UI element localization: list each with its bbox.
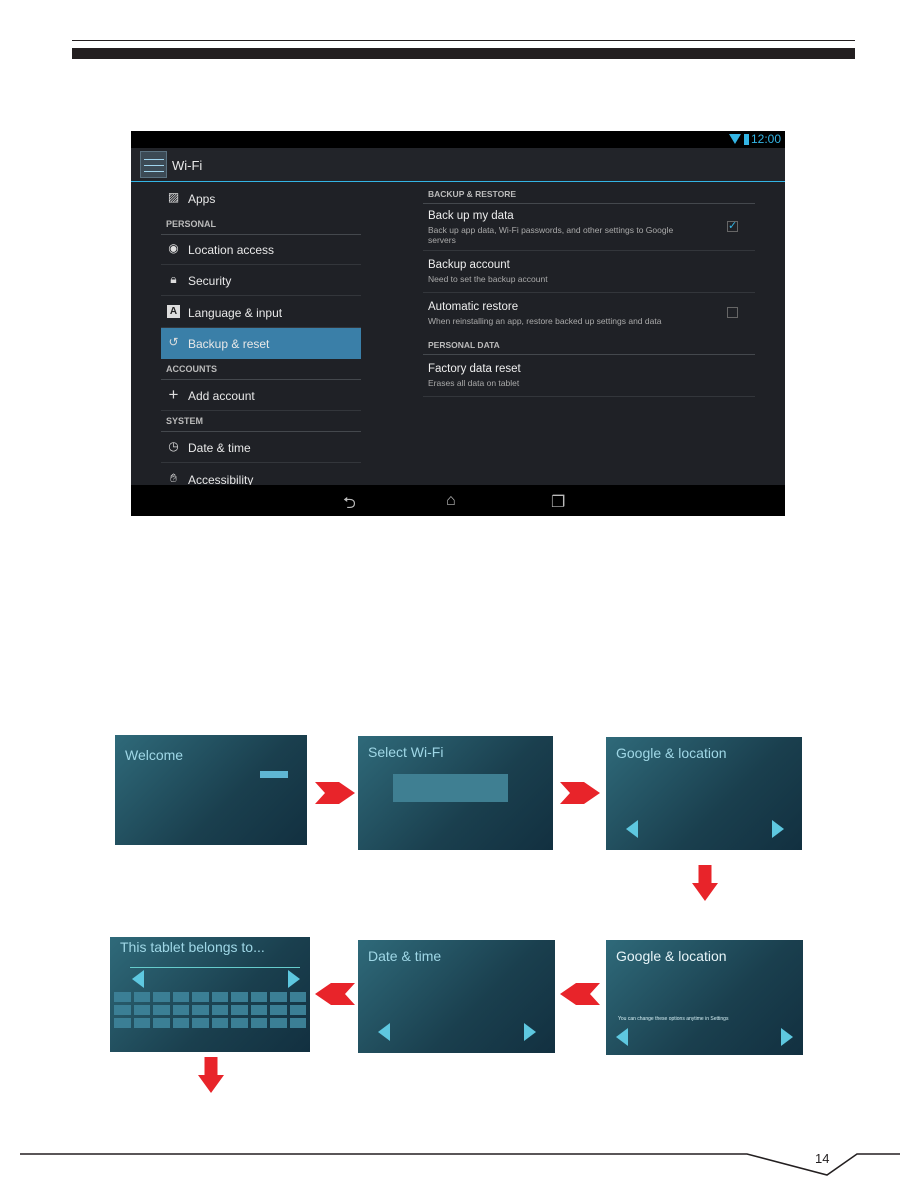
wifi-icon — [729, 134, 741, 144]
footer-rule — [20, 1153, 900, 1176]
home-icon[interactable]: ⌂ — [446, 492, 456, 510]
arrow-right — [560, 782, 600, 804]
clock-icon: ◷ — [168, 439, 179, 453]
section-header-accounts: ACCOUNTS — [161, 364, 361, 380]
sidebar-item-date-time[interactable]: ◷ Date & time — [161, 432, 361, 463]
section-header-backup-restore: BACKUP & RESTORE — [423, 189, 755, 204]
next-icon — [781, 1028, 793, 1046]
step-google-location: Google & location — [606, 737, 802, 850]
arrow-down — [198, 1057, 224, 1093]
wifi-dialog — [393, 774, 508, 802]
prev-icon — [626, 820, 638, 838]
arrow-down — [692, 865, 718, 901]
step-welcome: Welcome — [115, 735, 307, 845]
auto-restore-checkbox[interactable] — [727, 307, 738, 318]
recent-apps-icon[interactable]: ❐ — [551, 492, 565, 512]
pref-backup-account[interactable]: Backup account Need to set the backup ac… — [423, 259, 755, 293]
arrow-left — [560, 983, 600, 1005]
next-icon — [524, 1023, 536, 1041]
lock-icon: 🔒︎ — [170, 272, 177, 286]
next-icon — [772, 820, 784, 838]
hand-icon: ✋︎ — [170, 471, 177, 485]
status-time: 12:00 — [750, 132, 781, 146]
pref-back-up-my-data[interactable]: Back up my data Back up app data, Wi-Fi … — [423, 210, 755, 251]
sidebar-item-backup-reset[interactable]: ↺ Backup & reset — [161, 328, 361, 359]
backup-icon: ↺ — [168, 335, 179, 349]
navigation-bar: ⮌ ⌂ ❐ — [131, 485, 785, 516]
prev-icon — [616, 1028, 628, 1046]
section-header-personal-data: PERSONAL DATA — [423, 340, 755, 355]
back-icon[interactable]: ⮌ — [343, 492, 356, 516]
location-icon: ◉ — [168, 241, 179, 255]
apps-icon: ▨ — [167, 190, 180, 204]
action-title: Wi-Fi — [172, 158, 203, 173]
sidebar-item-apps[interactable]: ▨ Apps — [161, 183, 361, 214]
arrow-right — [315, 782, 355, 804]
plus-icon: + — [168, 385, 179, 404]
keyboard — [114, 992, 306, 1028]
sidebar-item-security[interactable]: 🔒︎ Security — [161, 265, 361, 296]
language-icon: A — [167, 305, 180, 318]
sidebar-item-language[interactable]: A Language & input — [161, 297, 361, 328]
sidebar-item-location[interactable]: ◉ Location access — [161, 234, 361, 265]
header-bar — [72, 48, 855, 59]
sidebar-item-add-account[interactable]: + Add account — [161, 380, 361, 411]
page-number: 14 — [815, 1151, 830, 1166]
settings-icon[interactable] — [140, 151, 167, 178]
settings-screenshot: 12:00 Wi-Fi ▨ Apps PERSONAL ◉ Location acc… — [131, 131, 785, 516]
action-bar: Wi-Fi — [131, 148, 785, 182]
next-icon — [288, 970, 300, 988]
step-select-wifi: Select Wi-Fi — [358, 736, 553, 850]
pref-automatic-restore[interactable]: Automatic restore When reinstalling an a… — [423, 301, 755, 329]
step-google-location-2: Google & location You can change these o… — [606, 940, 803, 1055]
step-tablet-owner: This tablet belongs to... — [110, 937, 310, 1052]
section-header-system: SYSTEM — [161, 416, 361, 432]
status-bar: 12:00 — [131, 131, 785, 148]
prev-icon — [378, 1023, 390, 1041]
header-rule — [72, 40, 855, 41]
start-button — [260, 771, 288, 778]
section-header-personal: PERSONAL — [161, 219, 361, 235]
battery-icon — [744, 134, 749, 145]
pref-factory-data-reset[interactable]: Factory data reset Erases all data on ta… — [423, 363, 755, 397]
step-date-time: Date & time — [358, 940, 555, 1053]
backup-checkbox[interactable]: ✓ — [727, 221, 738, 232]
arrow-left — [315, 983, 355, 1005]
name-field — [130, 967, 300, 968]
prev-icon — [132, 970, 144, 988]
